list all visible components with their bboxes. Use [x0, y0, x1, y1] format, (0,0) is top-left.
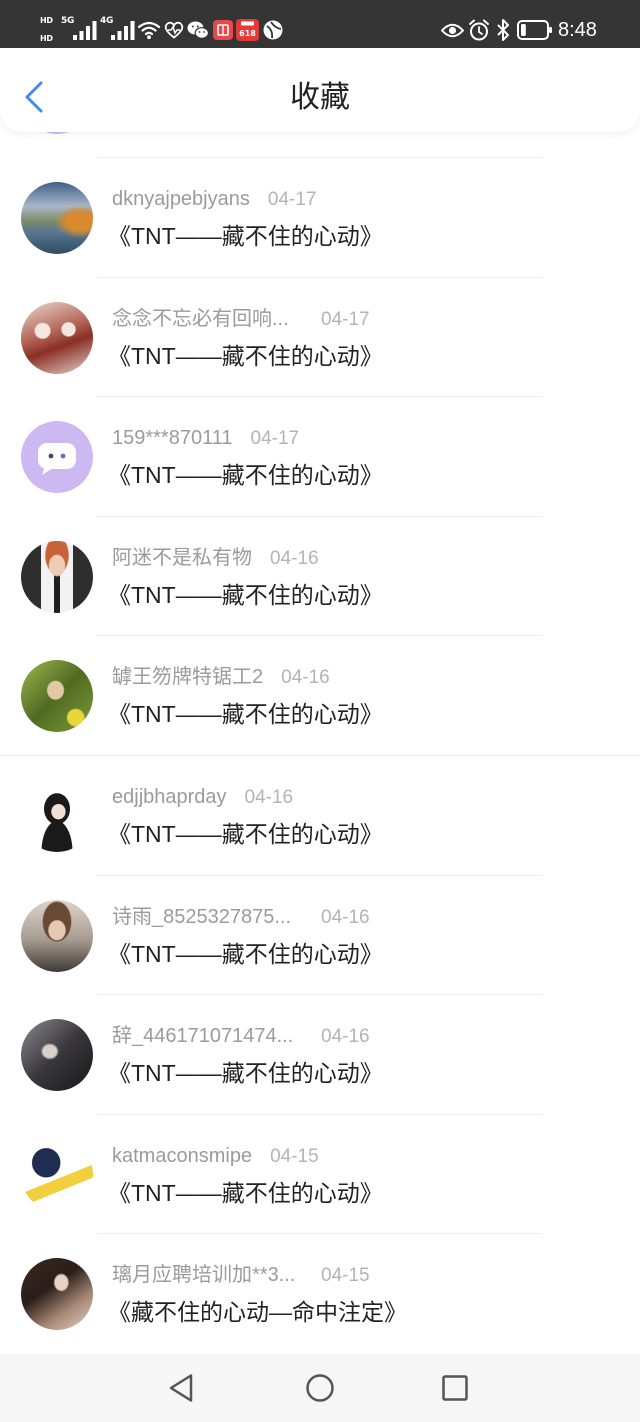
sim2-hd-label: HD — [40, 34, 53, 43]
item-meta: 诗雨_8525327875... 04-16 — [112, 905, 370, 929]
avatar[interactable] — [21, 660, 93, 733]
app-header: 收藏 — [0, 48, 640, 132]
favorite-date: 04-16 — [321, 906, 370, 928]
avatar[interactable] — [21, 1019, 93, 1092]
item-meta: 159***870111 04-17 — [112, 426, 299, 450]
battery-fill — [521, 24, 526, 36]
system-nav-bar — [0, 1354, 640, 1422]
eye-icon — [441, 23, 464, 38]
bluetooth-icon — [497, 19, 509, 41]
wifi-icon — [137, 21, 161, 40]
circle-home-icon[interactable] — [302, 1370, 338, 1406]
post-title: 《TNT——藏不住的心动》 — [108, 940, 383, 967]
favorite-date: 04-15 — [270, 1145, 319, 1167]
user-name: 罅王笏牌特锯工2 — [112, 666, 264, 689]
alarm-icon — [469, 19, 489, 41]
sim1-hd-label: HD — [40, 16, 53, 25]
user-name: edjjbhaprday — [112, 785, 227, 808]
favorite-date: 04-17 — [321, 308, 370, 330]
signal-bars-icon — [73, 21, 97, 40]
user-name: 辞_446171071474... — [112, 1025, 294, 1048]
list-item[interactable]: 诗雨_8525327875... 04-16 《TNT——藏不住的心动》 — [0, 876, 640, 996]
avatar[interactable] — [21, 1258, 93, 1331]
post-title: 《TNT——藏不住的心动》 — [108, 1060, 383, 1087]
item-meta: dknyajpebjyans 04-17 — [112, 187, 316, 211]
post-title: 《TNT——藏不住的心动》 — [108, 820, 383, 847]
circle-app-icon — [263, 20, 283, 40]
post-title: 《藏不住的心动—命中注定》 — [108, 1299, 407, 1326]
signal-bars-icon — [111, 21, 135, 40]
avatar[interactable] — [21, 182, 93, 254]
list-item[interactable]: 辞_446171071474... 04-16 《TNT——藏不住的心动》 — [0, 995, 640, 1115]
clock-time: 8:48 — [558, 19, 597, 41]
item-meta: katmaconsmipe 04-15 — [112, 1144, 319, 1168]
avatar[interactable] — [21, 1138, 93, 1211]
triangle-back-icon[interactable] — [164, 1370, 200, 1406]
chat-bubble-icon — [38, 443, 76, 476]
list-item[interactable]: katmaconsmipe 04-15 《TNT——藏不住的心动》 — [0, 1115, 640, 1235]
post-title: 《TNT——藏不住的心动》 — [108, 581, 383, 608]
list-item[interactable]: dknyajpebjyans 04-17 《TNT——藏不住的心动》 — [0, 158, 640, 278]
user-name: 念念不忘必有回响... — [112, 307, 289, 330]
nav-back-button[interactable] — [164, 1370, 200, 1406]
post-title: 《TNT——藏不住的心动》 — [108, 462, 383, 489]
user-name: 159***870111 — [112, 427, 233, 450]
user-name: 诗雨_8525327875... — [112, 905, 292, 928]
favorite-date: 04-16 — [281, 667, 330, 689]
nav-recents-button[interactable] — [437, 1370, 473, 1406]
favorite-date: 04-16 — [244, 786, 294, 808]
heart-pulse-icon — [164, 21, 184, 39]
user-name: 璃月应聘培训加**3... — [112, 1264, 296, 1287]
post-title: 《TNT——藏不住的心动》 — [108, 1179, 383, 1206]
user-name: dknyajpebjyans — [112, 188, 250, 210]
list-item[interactable]: 阿迷不是私有物 04-16 《TNT——藏不住的心动》 — [0, 517, 640, 637]
avatar[interactable] — [21, 779, 93, 852]
favorite-date: 04-17 — [267, 189, 317, 210]
favorites-list: dknyajpebjyans 04-17 《TNT——藏不住的心动》 念念不忘必有… — [0, 158, 640, 1354]
battery-icon — [517, 20, 552, 40]
list-item[interactable]: edjjbhaprday 04-16 《TNT——藏不住的心动》 — [0, 756, 640, 876]
item-meta: 罅王笏牌特锯工2 04-16 — [112, 665, 330, 689]
item-meta: 念念不忘必有回响... 04-17 — [112, 307, 370, 331]
avatar[interactable] — [21, 421, 93, 494]
avatar[interactable] — [21, 301, 93, 374]
badge-618-text: 618 — [239, 29, 256, 38]
favorite-date: 04-16 — [321, 1026, 370, 1048]
favorite-date: 04-16 — [270, 547, 319, 569]
favorite-date: 04-15 — [321, 1265, 370, 1287]
list-item[interactable]: 念念不忘必有回响... 04-17 《TNT——藏不住的心动》 — [0, 278, 640, 398]
red-app-icon — [213, 20, 233, 40]
item-meta: 辞_446171071474... 04-16 — [112, 1024, 370, 1048]
status-bar: HD HD 5G 4G 618 8:48 — [0, 0, 640, 48]
page-title: 收藏 — [290, 81, 350, 114]
user-name: katmaconsmipe — [112, 1144, 253, 1167]
wechat-icon — [187, 21, 209, 39]
user-name: 阿迷不是私有物 — [112, 546, 252, 569]
post-title: 《TNT——藏不住的心动》 — [108, 342, 383, 369]
shopping-618-icon: 618 — [236, 19, 259, 41]
favorite-date: 04-17 — [250, 428, 300, 450]
list-item[interactable]: 159***870111 04-17 《TNT——藏不住的心动》 — [0, 397, 640, 517]
avatar[interactable] — [21, 899, 93, 972]
list-item[interactable]: 璃月应聘培训加**3... 04-15 《藏不住的心动—命中注定》 — [0, 1234, 640, 1354]
square-recents-icon[interactable] — [437, 1370, 473, 1406]
post-title: 《TNT——藏不住的心动》 — [108, 223, 383, 249]
list-item[interactable]: 罅王笏牌特锯工2 04-16 《TNT——藏不住的心动》 — [0, 636, 640, 756]
nav-home-button[interactable] — [302, 1370, 338, 1406]
item-meta: edjjbhaprday 04-16 — [112, 785, 293, 809]
item-meta: 璃月应聘培训加**3... 04-15 — [112, 1263, 370, 1287]
item-meta: 阿迷不是私有物 04-16 — [112, 546, 319, 570]
post-title: 《TNT——藏不住的心动》 — [108, 701, 383, 728]
avatar[interactable] — [21, 540, 93, 613]
